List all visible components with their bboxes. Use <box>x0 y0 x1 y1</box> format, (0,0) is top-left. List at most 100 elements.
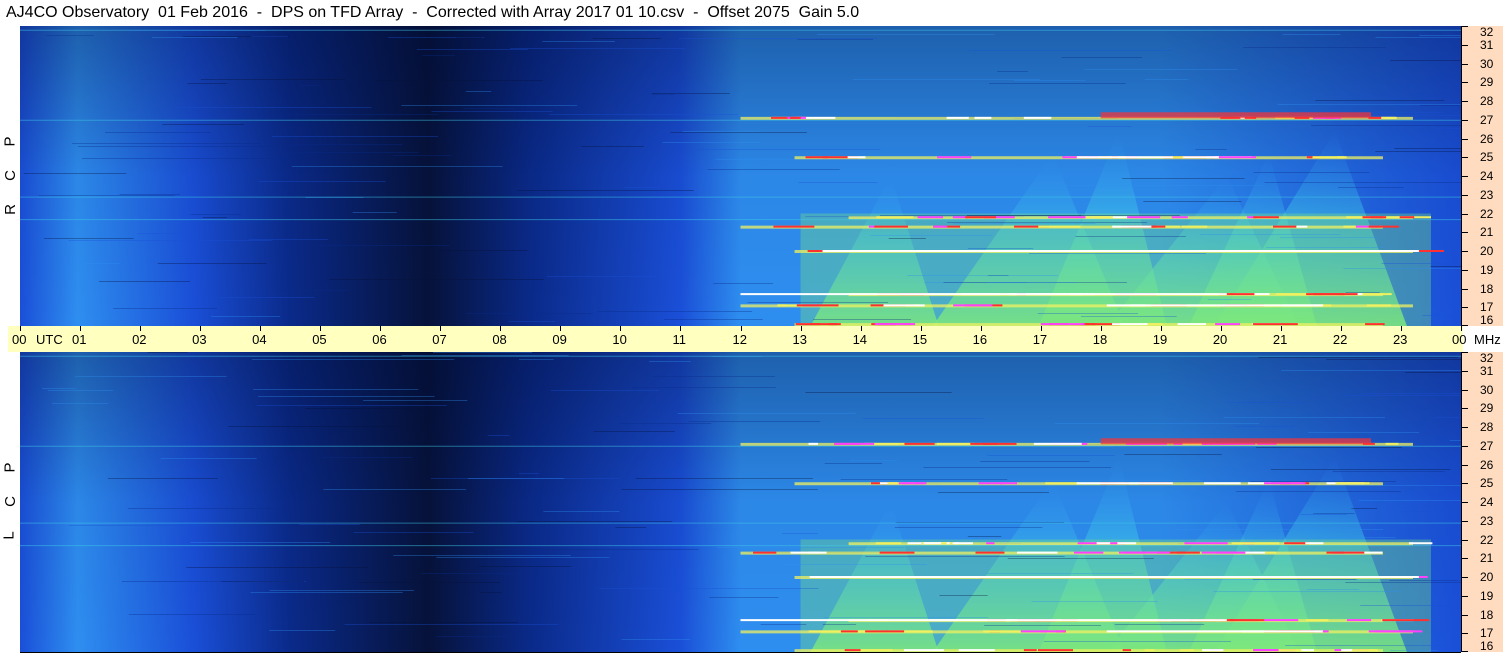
lcp-band-segment <box>1394 630 1417 633</box>
utc-hour-label: 12 <box>732 332 747 347</box>
rcp-noise-row <box>1243 47 1386 48</box>
rcp-freq-label: 24 <box>1480 169 1494 183</box>
rcp-band-segment <box>1048 216 1088 219</box>
rcp-background-line <box>20 219 1461 221</box>
lcp-freq-tick <box>1462 577 1468 578</box>
lcp-band-segment <box>753 551 777 554</box>
rcp-band-segment <box>1368 225 1400 228</box>
lcp-noise-row <box>1043 641 1232 642</box>
rcp-noise-row <box>852 79 1041 80</box>
lcp-band-segment <box>1305 542 1324 545</box>
utc-hour-label: 11 <box>672 332 686 347</box>
rcp-band-segment <box>1147 323 1163 326</box>
lcp-noise-row <box>1306 589 1360 590</box>
lcp-noise-row <box>269 590 414 591</box>
lcp-freq-tick <box>1462 370 1468 372</box>
rcp-noise-row <box>1122 178 1245 179</box>
rcp-noise-row <box>969 50 1172 51</box>
lcp-noise-row <box>1250 481 1397 482</box>
rcp-noise-row <box>1014 80 1086 81</box>
utc-tick <box>440 326 442 331</box>
rcp-band-segment <box>1272 225 1297 228</box>
lcp-noise-row <box>822 624 857 625</box>
rcp-noise-row <box>177 107 372 108</box>
lcp-noise-row <box>1258 357 1458 358</box>
lcp-band-segment <box>898 482 924 485</box>
lcp-noise-row <box>1236 491 1401 492</box>
lcp-band-segment <box>1385 442 1399 445</box>
rcp-noise-row <box>46 35 94 36</box>
lcp-noise-row <box>1313 513 1355 514</box>
rcp-freq-label: 30 <box>1480 56 1494 71</box>
rcp-freq-tick <box>1462 176 1468 177</box>
rcp-noise-row <box>1061 57 1142 58</box>
rcp-freq-label: 31 <box>1480 37 1494 52</box>
rcp-noise-row <box>967 248 1034 249</box>
lcp-band-segment <box>1299 649 1315 652</box>
utc-tick <box>1340 326 1342 331</box>
utc-hour-label: 05 <box>312 332 327 347</box>
rcp-band-segment <box>1171 156 1184 159</box>
lcp-band-segment <box>1202 649 1224 652</box>
rcp-noise-row <box>288 152 419 153</box>
lcp-background-line <box>20 545 1461 547</box>
utc-hour-label: 17 <box>1032 332 1048 347</box>
rcp-spectrogram <box>20 26 1461 326</box>
rcp-background-line <box>20 29 1461 31</box>
lcp-freq-tick <box>1462 352 1468 353</box>
rcp-noise-row <box>77 146 298 147</box>
lcp-noise-row <box>363 400 468 401</box>
lcp-noise-row <box>620 423 712 424</box>
rcp-noise-row <box>283 144 403 145</box>
rcp-noise-row <box>105 132 211 133</box>
rcp-noise-row <box>187 83 228 84</box>
lcp-noise-row <box>468 478 565 479</box>
rcp-noise-row <box>82 158 293 159</box>
rcp-letter-1: P <box>1 136 19 147</box>
rcp-band-segment <box>1362 216 1387 219</box>
rcp-noise-row <box>83 263 121 264</box>
rcp-noise-row <box>1338 187 1404 188</box>
lcp-noise-row <box>717 547 904 548</box>
rcp-freq-tick <box>1462 63 1468 65</box>
lcp-band-segment <box>903 649 944 652</box>
lcp-band-segment <box>1074 551 1104 554</box>
lcp-band-segment <box>865 630 905 633</box>
lcp-noise-row <box>436 557 610 558</box>
lcp-noise-row <box>598 588 819 589</box>
lcp-band-segment <box>1346 619 1372 622</box>
lcp-noise-row <box>322 457 413 458</box>
lcp-noise-row <box>824 617 989 618</box>
rcp-freq-label: 18 <box>1480 281 1494 296</box>
lcp-band-segment <box>1038 649 1074 652</box>
lcp-freq-label: 16 <box>1480 639 1494 653</box>
lcp-band-segment <box>1117 542 1137 545</box>
rcp-noise-row <box>508 321 556 322</box>
lcp-noise-row <box>865 556 1065 557</box>
rcp-noise-row <box>692 149 881 150</box>
lcp-carrier-line <box>1106 630 1323 633</box>
lcp-background-line <box>20 355 1461 357</box>
rcp-noise-row <box>1375 151 1461 152</box>
lcp-noise-row <box>1255 447 1402 448</box>
rcp-noise-row <box>72 143 260 144</box>
utc-tick <box>620 326 622 331</box>
lcp-band-segment <box>879 551 915 554</box>
rcp-noise-row <box>682 131 759 132</box>
rcp-noise-row <box>1315 100 1445 101</box>
lcp-band-segment <box>936 442 976 445</box>
rcp-noise-row <box>151 37 238 38</box>
utc-tick <box>680 326 682 331</box>
lcp-noise-row <box>1300 514 1348 515</box>
lcp-noise-row <box>652 376 775 377</box>
lcp-noise-row <box>1404 372 1461 373</box>
lcp-noise-row <box>1007 558 1154 559</box>
rcp-noise-row <box>651 93 730 94</box>
rcp-label-strip: P C R <box>0 26 20 326</box>
lcp-band-segment <box>1017 551 1058 554</box>
rcp-noise-row <box>1253 172 1370 173</box>
rcp-band-segment <box>796 304 839 307</box>
lcp-noise-row <box>824 463 883 464</box>
rcp-noise-row <box>664 319 763 320</box>
utc-hour-label: 22 <box>1332 332 1348 347</box>
